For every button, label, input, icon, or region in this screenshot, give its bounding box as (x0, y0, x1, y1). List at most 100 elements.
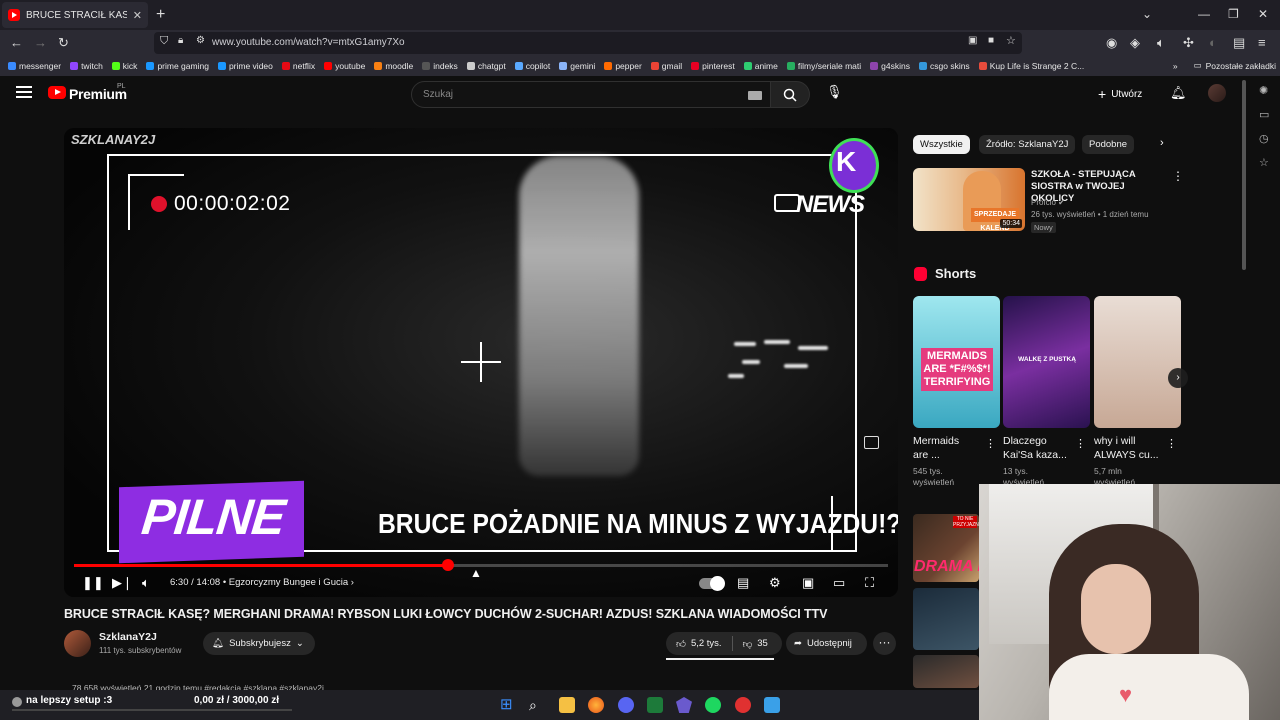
short-thumbnail[interactable] (1094, 296, 1181, 428)
firefox-icon[interactable] (588, 697, 604, 713)
theater-mode-icon[interactable]: ▭ (833, 575, 845, 591)
short-menu-icon[interactable]: ⋮ (985, 437, 996, 450)
hamburger-menu-icon[interactable] (16, 86, 32, 98)
forward-icon[interactable]: → (34, 35, 47, 50)
taskbar-search-icon[interactable]: ⌕ (529, 697, 545, 713)
discord-icon[interactable] (618, 697, 634, 713)
browser-tab-active[interactable]: BRUCE STRACIŁ KASĘ? MERGHANI ✕ (2, 2, 148, 28)
user-avatar[interactable] (1208, 84, 1226, 102)
bookmark-item[interactable]: chatgpt (466, 61, 506, 71)
bookmark-item[interactable]: pepper (604, 61, 642, 71)
youtube-logo-icon[interactable] (48, 86, 66, 99)
sidebar-history-icon[interactable]: ◷ (1259, 132, 1269, 145)
pause-icon[interactable]: ❚❚ (82, 575, 104, 591)
bookmark-item[interactable]: indeks (422, 61, 458, 71)
more-actions-button[interactable]: ··· (873, 632, 896, 655)
recommendation-thumbnail[interactable] (913, 655, 979, 688)
miniplayer-icon[interactable] (864, 436, 879, 449)
share-button[interactable]: ➦ Udostępnij (786, 632, 867, 655)
file-explorer-icon[interactable] (559, 697, 575, 713)
sidebar-bookmarks-icon[interactable]: ☆ (1259, 156, 1269, 169)
app-window-icon[interactable] (764, 697, 780, 713)
tab-close-icon[interactable]: ✕ (133, 9, 142, 22)
sidebar-tabs-icon[interactable]: ▭ (1259, 108, 1269, 121)
extension-s-icon[interactable]: ■ (988, 35, 994, 46)
excel-icon[interactable] (647, 697, 663, 713)
spotify-icon[interactable] (705, 697, 721, 713)
other-bookmarks[interactable]: » ▭ Pozostałe zakładki (1173, 60, 1276, 71)
shorts-next-icon[interactable]: › (1168, 368, 1188, 388)
extensions-puzzle-icon[interactable]: ✣ (1183, 35, 1194, 51)
bookmark-item[interactable]: prime gaming (146, 61, 209, 71)
menu-icon[interactable]: ≡ (1258, 35, 1266, 50)
subtitles-icon[interactable]: ▤ (737, 575, 749, 591)
recommendation-channel[interactable]: Profcio ✔ (1031, 198, 1065, 207)
create-button[interactable]: + Utwórz (1098, 86, 1142, 102)
bookmark-item[interactable]: prime video (217, 61, 273, 71)
chapter-arrow-icon[interactable]: › (351, 577, 354, 588)
miniplayer-button-icon[interactable]: ▣ (802, 575, 814, 591)
bookmark-star-icon[interactable]: ☆ (1006, 34, 1016, 47)
lock-icon[interactable]: 🔒︎ (178, 35, 183, 46)
shield-icon[interactable]: ⛉ (160, 35, 168, 48)
keyboard-icon[interactable] (748, 91, 762, 100)
bookmark-item[interactable]: kick (111, 61, 137, 71)
chapter-title[interactable]: Egzorcyzmy Bungee i Gucia (229, 577, 348, 588)
bookmark-item[interactable]: pinterest (691, 61, 735, 71)
obs-icon[interactable] (735, 697, 751, 713)
video-player[interactable]: 00:00:02:02 SZKLANAY2J K NEWS PILNE BRUC… (64, 128, 898, 597)
short-title[interactable]: Mermaids are ... (913, 434, 959, 462)
bookmark-item[interactable]: copilot (514, 61, 550, 71)
chips-next-icon[interactable]: › (1160, 137, 1164, 149)
close-window-button[interactable]: ✕ (1258, 7, 1268, 21)
screenshot-icon[interactable]: ▣ (968, 35, 977, 46)
recommendation-menu-icon[interactable]: ⋮ (1172, 169, 1184, 183)
autoplay-toggle[interactable] (699, 576, 725, 591)
microphone-icon[interactable]: 🎙︎ (826, 84, 843, 100)
recommendation-thumbnail[interactable]: SPRZEDAJE KALEND 50:34 (913, 168, 1025, 231)
chip-all[interactable]: Wszystkie (913, 135, 970, 154)
short-menu-icon[interactable]: ⋮ (1075, 437, 1086, 450)
recommendation-thumbnail[interactable] (913, 588, 979, 650)
notifications-bell-icon[interactable]: 🔔︎ (1170, 85, 1187, 101)
bookmark-item[interactable]: messenger (8, 61, 61, 71)
short-title[interactable]: why i will ALWAYS cu... (1094, 434, 1159, 462)
bookmark-item[interactable]: moodle (374, 61, 413, 71)
bookmark-item[interactable]: gmail (650, 61, 682, 71)
bookmark-item[interactable]: csgo skins (919, 61, 970, 71)
sidebar-ai-icon[interactable]: ✺ (1259, 84, 1268, 97)
extension-icon[interactable]: ◈ (1130, 35, 1140, 51)
dislike-button[interactable]: 👎︎ 35 (733, 638, 778, 650)
bookmark-item[interactable]: anime (743, 61, 778, 71)
fullscreen-icon[interactable]: ⛶ (865, 575, 874, 591)
progress-scrubber[interactable] (442, 559, 454, 571)
new-tab-button[interactable]: + (156, 6, 165, 24)
short-menu-icon[interactable]: ⋮ (1166, 437, 1177, 450)
minimize-button[interactable]: — (1198, 7, 1210, 21)
short-title[interactable]: Dlaczego Kai'Sa kaza... (1003, 434, 1067, 462)
windows-start-icon[interactable]: ⊞ (500, 697, 516, 713)
settings-gear-icon[interactable]: ⚙ (769, 575, 781, 591)
maximize-button[interactable]: ❐ (1228, 7, 1239, 21)
chip-similar[interactable]: Podobne (1082, 135, 1135, 154)
next-icon[interactable]: ▶❘ (112, 575, 133, 591)
channel-name[interactable]: SzklanaY2J (99, 631, 157, 643)
url-bar[interactable]: ⛉ 🔒︎ ⚙ www.youtube.com/watch?v=mtxG1amy7… (154, 32, 1022, 54)
channel-avatar[interactable] (64, 630, 91, 657)
bookmark-item[interactable]: netflix (281, 61, 315, 71)
bookmark-item[interactable]: gemini (559, 61, 595, 71)
account-icon[interactable]: ◉ (1106, 35, 1117, 51)
sidebar-toggle-icon[interactable]: ▤ (1233, 35, 1245, 51)
bookmark-item[interactable]: youtube (324, 61, 365, 71)
chip-source[interactable]: Źródło: SzklanaY2J (979, 135, 1076, 154)
search-button[interactable] (771, 81, 810, 108)
extension-disabled-icon[interactable]: ◐ (1209, 35, 1217, 50)
back-icon[interactable]: ← (10, 35, 23, 50)
short-thumbnail[interactable]: WALKĘ Z PUSTKĄ (1003, 296, 1090, 428)
bookmarks-more-icon[interactable]: » (1173, 61, 1178, 71)
page-scrollbar[interactable] (1242, 80, 1246, 270)
reload-icon[interactable]: ↻ (58, 35, 69, 51)
volume-icon[interactable]: 🔈︎ (142, 575, 150, 591)
bookmark-item[interactable]: Kup Life is Strange 2 C... (978, 61, 1084, 71)
tab-list-icon[interactable]: ⌄ (1142, 7, 1152, 21)
